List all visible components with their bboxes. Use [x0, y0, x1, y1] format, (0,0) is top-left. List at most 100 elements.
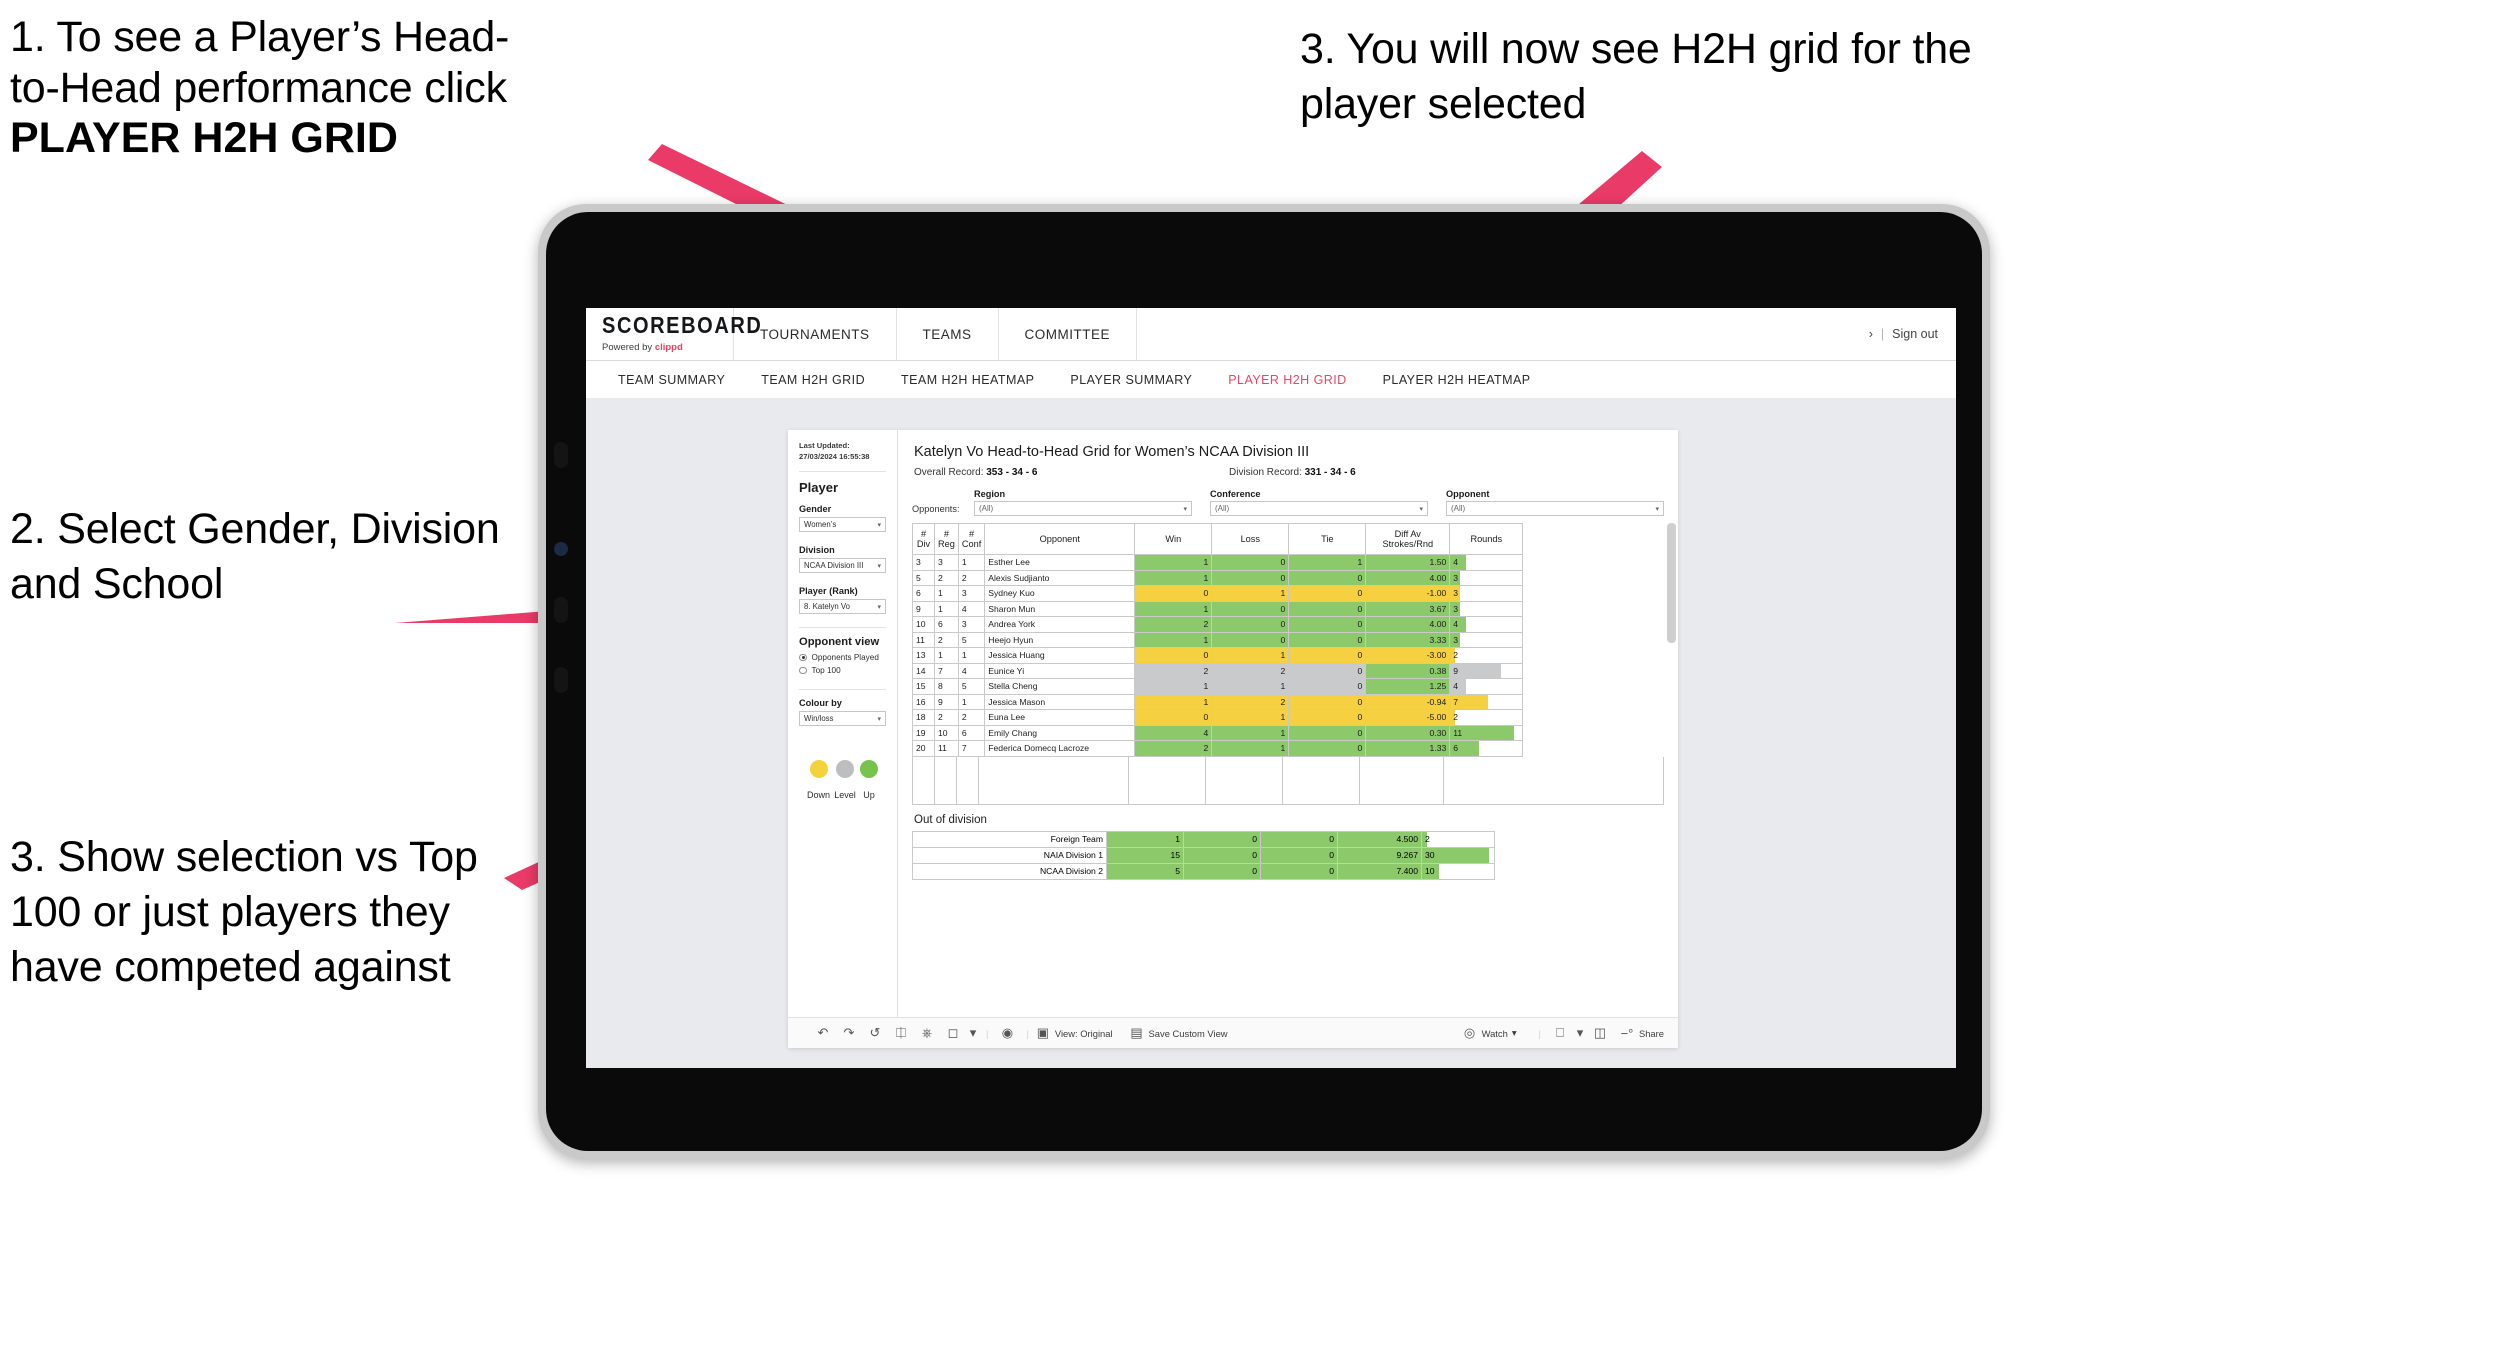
cell-reg: 1	[934, 600, 959, 617]
table-row[interactable]: 14 7 4 Eunice Yi 2 2 0 0.38 9	[912, 662, 1524, 679]
app-header: SCOREBOARD Powered by clippd TOURNAMENTS…	[586, 308, 1956, 361]
col-diff[interactable]: Diff Av Strokes/Rnd	[1365, 523, 1451, 555]
radio-icon	[799, 666, 807, 675]
divider	[799, 689, 886, 690]
download-icon[interactable]: ⎕	[1547, 1025, 1573, 1041]
cell-tie: 0	[1260, 830, 1338, 848]
division-select[interactable]: NCAA Division III ▾	[799, 558, 886, 573]
table-row[interactable]: 11 2 5 Heejo Hyun 1 0 0 3.33 3	[912, 631, 1524, 648]
tab-player-h2h-heatmap[interactable]: PLAYER H2H HEATMAP	[1365, 373, 1549, 387]
col-diff-l1: Diff Av	[1394, 529, 1421, 539]
cell-win: 1	[1134, 569, 1213, 586]
table-row[interactable]: 6 1 3 Sydney Kuo 0 1 0 -1.00 3	[912, 585, 1524, 602]
cell-div: 20	[912, 740, 935, 757]
cell-reg: 6	[934, 616, 959, 633]
chevron-down-icon[interactable]: ▾	[966, 1025, 980, 1041]
col-reg[interactable]: # Reg	[934, 523, 959, 555]
legend-label-down: Down	[807, 790, 831, 800]
watch-button[interactable]: ◎ Watch ▾	[1462, 1025, 1517, 1041]
table-row[interactable]: 15 8 5 Stella Cheng 1 1 0 1.25 4	[912, 678, 1524, 695]
filter-icon[interactable]: ◻	[940, 1025, 966, 1041]
tab-team-summary[interactable]: TEAM SUMMARY	[600, 373, 743, 387]
cell-win: 0	[1134, 709, 1213, 726]
nav-committee[interactable]: COMMITTEE	[999, 308, 1138, 360]
toolbar-divider: |	[1538, 1027, 1541, 1039]
save-custom-view-button[interactable]: ▤ Save Custom View	[1129, 1025, 1228, 1041]
col-rounds[interactable]: Rounds	[1449, 523, 1524, 555]
col-conf[interactable]: # Conf	[957, 523, 986, 555]
opponent-value: (All)	[1451, 504, 1466, 513]
gender-select[interactable]: Women’s ▾	[799, 517, 886, 532]
cell-div: 19	[912, 724, 935, 741]
out-of-division-row[interactable]: Foreign Team 1 0 0 4.500 2	[912, 830, 1495, 848]
save-custom-view-label: Save Custom View	[1148, 1027, 1228, 1039]
col-opponent[interactable]: Opponent	[984, 523, 1136, 555]
radio-opponents-played[interactable]: Opponents Played	[799, 653, 886, 662]
cell-tie: 0	[1260, 862, 1338, 880]
view-icon: ▣	[1036, 1025, 1050, 1040]
col-div-l1: #	[920, 529, 927, 539]
view-original-button[interactable]: ▣ View: Original	[1035, 1025, 1113, 1041]
region-select[interactable]: (All) ▾	[974, 501, 1192, 516]
cell-div: 9	[912, 600, 935, 617]
undo-icon[interactable]: ↶	[810, 1025, 836, 1041]
gender-value: Women’s	[804, 520, 837, 529]
table-row[interactable]: 18 2 2 Euna Lee 0 1 0 -5.00 2	[912, 709, 1524, 726]
table-row[interactable]: 9 1 4 Sharon Mun 1 0 0 3.67 3	[912, 600, 1524, 617]
table-row[interactable]: 10 6 3 Andrea York 2 0 0 4.00 4	[912, 616, 1524, 633]
col-win[interactable]: Win	[1134, 523, 1213, 555]
cell-opponent: Jessica Huang	[984, 647, 1136, 664]
col-div[interactable]: # Div	[912, 523, 935, 555]
cell-win: 1	[1134, 600, 1213, 617]
cell-reg: 1	[934, 585, 959, 602]
table-row[interactable]: 5 2 2 Alexis Sudjianto 1 0 0 4.00 3	[912, 569, 1524, 586]
tab-player-summary[interactable]: PLAYER SUMMARY	[1052, 373, 1210, 387]
cell-loss: 1	[1211, 678, 1290, 695]
division-label: Division	[799, 545, 835, 555]
records-row: Overall Record: 353 - 34 - 6 Division Re…	[914, 467, 1664, 478]
tab-player-h2h-grid[interactable]: PLAYER H2H GRID	[1210, 373, 1364, 387]
table-row[interactable]: 16 9 1 Jessica Mason 1 2 0 -0.94 7	[912, 693, 1524, 710]
out-of-division-row[interactable]: NAIA Division 1 15 0 0 9.267 30	[912, 846, 1495, 864]
redo-icon[interactable]: ↷	[836, 1025, 862, 1041]
cell-reg: 2	[934, 631, 959, 648]
logo[interactable]: SCOREBOARD Powered by clippd	[586, 308, 763, 360]
sign-out-link[interactable]: Sign out	[1892, 327, 1938, 341]
account-chevron-icon[interactable]: ›	[1869, 327, 1873, 341]
colour-by-select[interactable]: Win/loss ▾	[799, 711, 886, 726]
cell-div: 15	[912, 678, 935, 695]
refresh-icon[interactable]: ⎅	[888, 1025, 914, 1041]
out-of-division-row[interactable]: NCAA Division 2 5 0 0 7.400 10	[912, 862, 1495, 880]
conference-select[interactable]: (All) ▾	[1210, 501, 1428, 516]
highlight-icon[interactable]: ◉	[994, 1025, 1020, 1041]
cell-tie: 0	[1288, 569, 1367, 586]
table-row[interactable]: 3 3 1 Esther Lee 1 0 1 1.50 4	[912, 554, 1524, 571]
cell-diff: 4.00	[1365, 569, 1451, 586]
cell-rounds: 3	[1449, 585, 1524, 602]
table-row[interactable]: 20 11 7 Federica Domecq Lacroze 2 1 0 1.33 6	[912, 740, 1524, 757]
revert-icon[interactable]: ↺	[862, 1025, 888, 1041]
cell-opponent: Alexis Sudjianto	[984, 569, 1136, 586]
radio-top-100[interactable]: Top 100	[799, 666, 886, 675]
cell-tie: 0	[1288, 600, 1367, 617]
cell-tie: 0	[1260, 846, 1338, 864]
cell-opponent: Sharon Mun	[984, 600, 1136, 617]
cell-rounds: 2	[1449, 647, 1524, 664]
player-rank-select[interactable]: 8. Katelyn Vo ▾	[799, 599, 886, 614]
table-row[interactable]: 13 1 1 Jessica Huang 0 1 0 -3.00 2	[912, 647, 1524, 664]
tab-team-h2h-heatmap[interactable]: TEAM H2H HEATMAP	[883, 373, 1052, 387]
opponent-select[interactable]: (All) ▾	[1446, 501, 1664, 516]
col-tie[interactable]: Tie	[1288, 523, 1367, 555]
table-scrollbar[interactable]	[1667, 523, 1676, 643]
logo-text: SCOREBOARD	[602, 312, 763, 339]
table-row[interactable]: 19 10 6 Emily Chang 4 1 0 0.30 11	[912, 724, 1524, 741]
fullscreen-icon[interactable]: ◫	[1587, 1025, 1613, 1041]
cell-loss: 0	[1211, 554, 1290, 571]
chevron-down-icon[interactable]: ▾	[1573, 1025, 1587, 1041]
cell-diff: -3.00	[1365, 647, 1451, 664]
nav-teams[interactable]: TEAMS	[897, 308, 999, 360]
tab-team-h2h-grid[interactable]: TEAM H2H GRID	[743, 373, 883, 387]
col-loss[interactable]: Loss	[1211, 523, 1290, 555]
share-button[interactable]: −° Share	[1619, 1026, 1664, 1041]
pause-icon[interactable]: ⎈	[914, 1025, 940, 1041]
